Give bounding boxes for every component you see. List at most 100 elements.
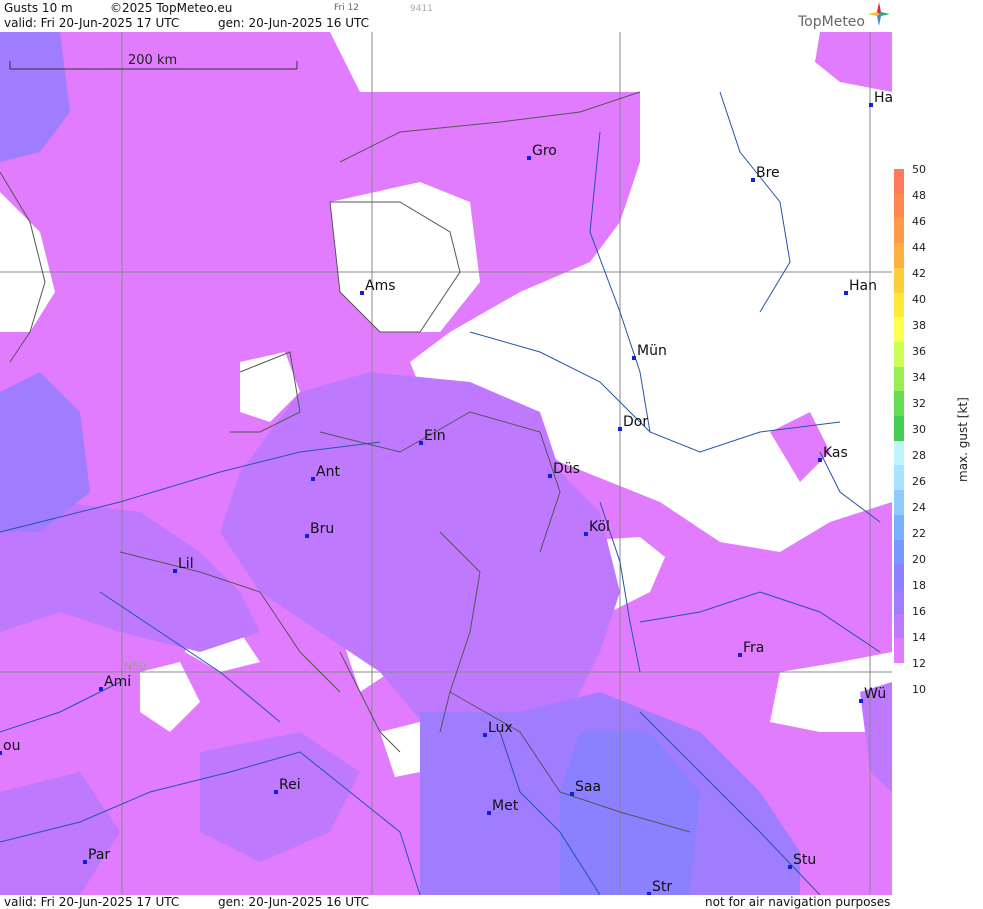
- city-bru: Bru: [305, 521, 334, 538]
- city-marker: [311, 477, 315, 481]
- legend-tick-label: 36: [912, 345, 926, 358]
- city-label: Düs: [553, 461, 580, 477]
- legend-color-step: [894, 416, 904, 442]
- city-mün: Mün: [632, 343, 667, 360]
- legend-tick-label: 50: [912, 163, 926, 176]
- legend-color-step: [894, 514, 904, 540]
- legend-color-step: [894, 317, 904, 343]
- legend-color-step: [894, 292, 904, 318]
- legend-tick-label: 32: [912, 397, 926, 410]
- city-han: Han: [844, 278, 877, 295]
- legend-color-step: [894, 193, 904, 219]
- city-saa: Saa: [570, 779, 601, 796]
- city-marker: [738, 653, 742, 657]
- logo-text: TopMeteo: [798, 14, 865, 30]
- legend-tick-label: 38: [912, 319, 926, 332]
- city-marker: [483, 733, 487, 737]
- city-bre: Bre: [751, 165, 780, 182]
- city-label: Rei: [279, 777, 301, 793]
- legend-color-step: [894, 341, 904, 368]
- legend-color-step: [894, 218, 904, 244]
- city-label: Ami: [104, 674, 131, 690]
- footer-bar: valid: Fri 20-Jun-2025 17 UTC gen: 20-Ju…: [0, 895, 983, 909]
- legend-tick-label: 48: [912, 189, 926, 202]
- city-marker: [0, 751, 2, 755]
- city-label: Wü: [864, 686, 886, 702]
- city-marker: [99, 687, 103, 691]
- latitude-label: N50: [124, 660, 146, 673]
- footer-gen-time: gen: 20-Jun-2025 16 UTC: [218, 895, 370, 909]
- city-label: Lil: [178, 556, 194, 572]
- legend-tick-label: 30: [912, 423, 926, 436]
- legend-title: max. gust [kt]: [956, 397, 970, 482]
- city-kas: Kas: [818, 445, 848, 462]
- legend-color-step: [894, 267, 904, 293]
- legend-tick-label: 26: [912, 475, 926, 488]
- copyright: ©2025 TopMeteo.eu: [110, 1, 233, 15]
- legend-tick-label: 46: [912, 215, 926, 228]
- time-mark: Fri 12: [334, 3, 360, 13]
- city-marker: [818, 458, 822, 462]
- legend-tick-label: 28: [912, 449, 926, 462]
- legend-tick-label: 42: [912, 267, 926, 280]
- legend-tick-label: 44: [912, 241, 926, 254]
- city-label: Stu: [793, 852, 816, 868]
- legend-tick-label: 14: [912, 631, 926, 644]
- city-label: Bru: [310, 521, 334, 537]
- legend-colorbar: [894, 169, 904, 664]
- legend-color-step: [894, 588, 904, 615]
- city-label: Dor: [623, 414, 648, 430]
- city-marker: [632, 356, 636, 360]
- city-marker: [419, 441, 423, 445]
- legend-color-step: [894, 613, 904, 639]
- city-marker: [527, 156, 531, 160]
- legend-tick-label: 24: [912, 501, 926, 514]
- legend-color-step: [894, 391, 904, 417]
- legend-color-step: [894, 243, 904, 269]
- gen-time: gen: 20-Jun-2025 16 UTC: [218, 16, 370, 30]
- map-title: Gusts 10 m: [4, 1, 73, 15]
- city-label: Kas: [823, 445, 848, 461]
- city-label: Bre: [756, 165, 780, 181]
- city-marker: [360, 291, 364, 295]
- city-marker: [305, 534, 309, 538]
- city-label: Met: [492, 798, 519, 814]
- scale-label: 200 km: [128, 53, 177, 68]
- city-label: Fra: [743, 640, 764, 656]
- city-marker: [548, 474, 552, 478]
- legend-color-step: [894, 366, 904, 392]
- legend-tick-label: 18: [912, 579, 926, 592]
- city-label: Gro: [532, 143, 557, 159]
- city-ant: Ant: [311, 464, 340, 481]
- city-marker: [83, 860, 87, 864]
- city-dor: Dor: [618, 414, 648, 431]
- city-stu: Stu: [788, 852, 816, 869]
- gust-map[interactable]: 200 km N50 Ha Gro Bre Ams Han Mün Dor Ein Kas Ant…: [0, 32, 892, 895]
- city-marker: [487, 811, 491, 815]
- city-label: Par: [88, 847, 110, 863]
- city-label: Han: [849, 278, 877, 294]
- topmeteo-logo[interactable]: TopMeteo: [798, 14, 865, 30]
- city-label: Ha: [874, 90, 892, 106]
- disclaimer: not for air navigation purposes: [705, 895, 891, 909]
- code-mark: 9411: [410, 4, 433, 14]
- city-label: Saa: [575, 779, 601, 795]
- city-label: Mün: [637, 343, 667, 359]
- city-gro: Gro: [527, 143, 557, 160]
- city-marker: [173, 569, 177, 573]
- footer-valid-time: valid: Fri 20-Jun-2025 17 UTC: [4, 895, 180, 909]
- legend-color-step: [894, 539, 904, 565]
- legend-tick-label: 34: [912, 371, 926, 384]
- city-ou: ou: [0, 738, 20, 755]
- legend-tick-label: 16: [912, 605, 926, 618]
- city-label: Lux: [488, 720, 513, 736]
- city-marker: [584, 532, 588, 536]
- city-label: Ein: [424, 428, 446, 444]
- legend-color-step: [894, 490, 904, 516]
- compass-star-icon: [868, 2, 890, 26]
- legend-tick-label: 22: [912, 527, 926, 540]
- city-met: Met: [487, 798, 519, 815]
- legend-color-step: [894, 465, 904, 491]
- city-label: ou: [3, 738, 20, 754]
- city-lux: Lux: [483, 720, 513, 737]
